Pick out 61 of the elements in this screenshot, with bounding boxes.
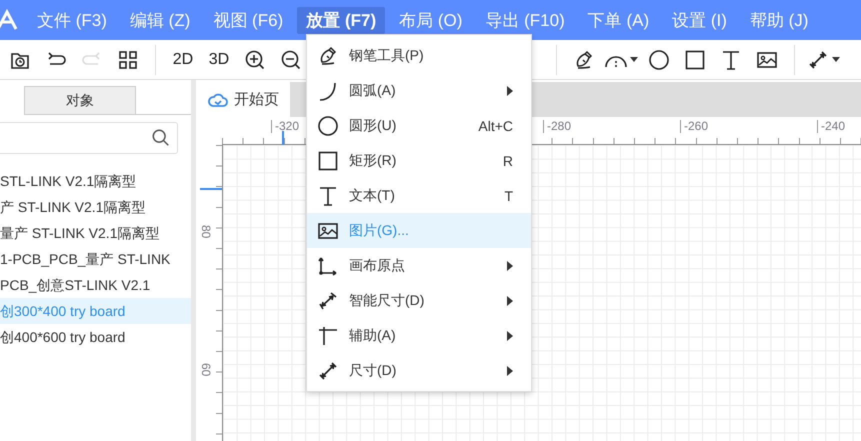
- circle-icon: [317, 114, 339, 136]
- guide-icon: [317, 324, 339, 346]
- dropdown-menu-item[interactable]: 文本(T) T: [307, 178, 531, 213]
- menu-item-label: 文本(T): [349, 186, 396, 204]
- logo-icon[interactable]: [0, 9, 18, 31]
- smart-dimension-icon: [317, 290, 339, 312]
- menu-item-label: 钢笔工具(P): [349, 46, 425, 64]
- tree-item[interactable]: 创400*600 try board: [0, 324, 191, 350]
- menu-item-label: 画布原点: [349, 256, 406, 274]
- ruler-label: 60: [200, 363, 212, 376]
- dropdown-menu-item[interactable]: 圆形(U) Alt+C: [307, 108, 531, 143]
- dropdown-menu-item[interactable]: 智能尺寸(D): [307, 283, 531, 318]
- zoom-out-icon: [280, 48, 302, 70]
- shortcut-label: R: [502, 152, 513, 168]
- tab-label: 开始页: [234, 90, 279, 109]
- dropdown-menu-item[interactable]: 尺寸(D): [307, 353, 531, 388]
- menu-item-label: 辅助(A): [349, 326, 397, 344]
- search-field[interactable]: [0, 122, 178, 154]
- dropdown-menu-item[interactable]: 辅助(A): [307, 318, 531, 353]
- panel-tab[interactable]: 对象: [24, 86, 136, 115]
- submenu-arrow-icon: [507, 296, 513, 306]
- text-tool-icon: [317, 184, 339, 206]
- shortcut-label: Alt+C: [478, 118, 513, 134]
- tree-item[interactable]: PCB_创意ST-LINK V2.1: [0, 272, 191, 298]
- submenu-arrow-icon: [507, 86, 513, 96]
- menu-item-label: 圆弧(A): [349, 82, 397, 100]
- search-icon: [151, 128, 171, 148]
- tree-item[interactable]: STL-LINK V2.1隔离型: [0, 168, 191, 194]
- dropdown-menu-item[interactable]: 画布原点: [307, 248, 531, 283]
- submenu-arrow-icon: [507, 260, 513, 270]
- tree-item[interactable]: 量产 ST-LINK V2.1隔离型: [0, 220, 191, 246]
- submenu-arrow-icon: [507, 330, 513, 340]
- submenu-arrow-icon: [507, 366, 513, 376]
- square-icon: [684, 48, 706, 70]
- dropdown-menu-item[interactable]: 钢笔工具(P): [307, 38, 531, 73]
- circle-icon: [648, 48, 670, 70]
- tree-item[interactable]: 产 ST-LINK V2.1隔离型: [0, 194, 191, 220]
- shortcut-label: T: [504, 188, 513, 204]
- text-tool-icon: [720, 48, 742, 70]
- tree-item[interactable]: 1-PCB_PCB_量产 ST-LINK: [0, 246, 191, 272]
- menu-item-label: 图片(G)...: [349, 222, 410, 240]
- ruler-label: 80: [200, 225, 212, 238]
- menu-item-label: 矩形(R): [349, 152, 398, 170]
- axes-icon: [317, 254, 339, 276]
- menu-item[interactable]: 放置 (F7): [297, 6, 386, 34]
- dropdown-menu-item[interactable]: 圆弧(A): [307, 73, 531, 108]
- dimension-icon: [807, 48, 829, 70]
- ruler-label: -280: [543, 120, 572, 133]
- ruler-label: -240: [817, 120, 846, 133]
- ruler-label: -260: [680, 120, 708, 133]
- menu-item-label: 智能尺寸(D): [349, 292, 426, 310]
- square-icon: [317, 150, 339, 172]
- editor-tab[interactable]: 开始页: [196, 82, 290, 117]
- dimension-icon: [317, 360, 339, 382]
- zoom-in-icon: [244, 48, 266, 70]
- grid-icon: [117, 48, 139, 70]
- view-mode-button[interactable]: 2D: [168, 44, 198, 74]
- menu-item-label: 尺寸(D): [349, 362, 398, 380]
- menu-item-label: 圆形(U): [349, 116, 398, 134]
- view-mode-button[interactable]: 3D: [204, 44, 234, 74]
- dropdown-menu-item[interactable]: 矩形(R) R: [307, 143, 531, 178]
